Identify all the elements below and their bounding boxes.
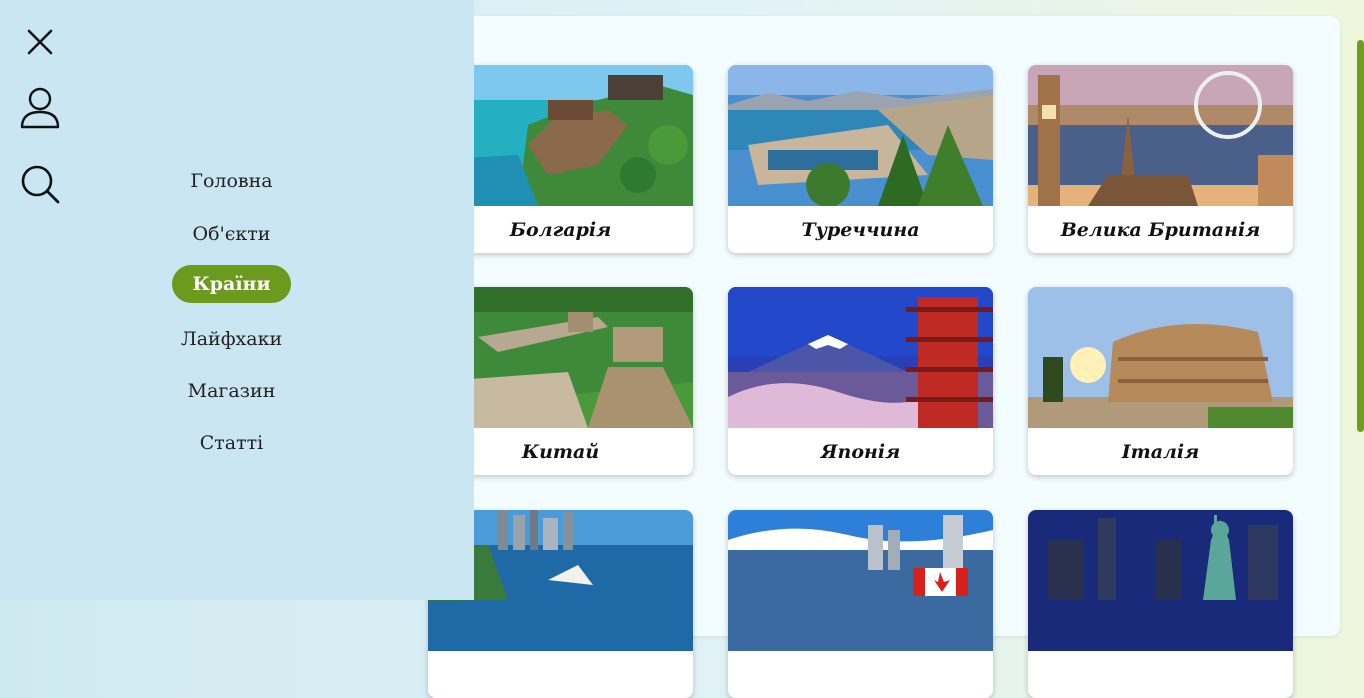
country-name xyxy=(1028,651,1293,698)
menu-item-countries[interactable]: Країни xyxy=(0,265,463,303)
country-card-usa[interactable] xyxy=(1028,510,1293,698)
country-name: Велика Британія xyxy=(1060,218,1261,241)
menu-item-label: Магазин xyxy=(187,380,276,402)
country-card-turkey[interactable]: Туреччина xyxy=(728,65,993,253)
close-icon[interactable] xyxy=(18,20,62,64)
country-name xyxy=(428,651,693,698)
country-card-japan[interactable]: Японія xyxy=(728,287,993,475)
menu-item-label: Статті xyxy=(199,432,264,454)
japan-photo xyxy=(728,287,993,428)
great-britain-photo xyxy=(1028,65,1293,206)
page-scrollbar[interactable] xyxy=(1356,0,1364,600)
scrollbar-thumb[interactable] xyxy=(1357,40,1364,432)
user-icon[interactable] xyxy=(18,86,62,130)
canada-photo xyxy=(728,510,993,651)
menu-item-lifehacks[interactable]: Лайфхаки xyxy=(0,320,463,358)
country-card-canada[interactable] xyxy=(728,510,993,698)
menu-item-home[interactable]: Головна xyxy=(0,162,463,200)
usa-photo xyxy=(1028,510,1293,651)
country-name: Японія xyxy=(820,440,901,463)
country-name: Туреччина xyxy=(801,218,920,241)
menu-item-label: Лайфхаки xyxy=(180,328,283,350)
menu-item-shop[interactable]: Магазин xyxy=(0,372,463,410)
menu-item-articles[interactable]: Статті xyxy=(0,424,463,462)
country-card-italy[interactable]: Італія xyxy=(1028,287,1293,475)
menu-item-label: Країни xyxy=(172,265,291,303)
menu-item-label: Об'єкти xyxy=(192,223,271,245)
country-card-great-britain[interactable]: Велика Британія xyxy=(1028,65,1293,253)
menu-item-objects[interactable]: Об'єкти xyxy=(0,215,463,253)
turkey-photo xyxy=(728,65,993,206)
italy-photo xyxy=(1028,287,1293,428)
country-name: Італія xyxy=(1121,440,1200,463)
menu-item-label: Головна xyxy=(190,170,273,192)
nav-drawer: Головна Об'єкти Країни Лайфхаки Магазин … xyxy=(0,0,474,600)
country-name xyxy=(728,651,993,698)
